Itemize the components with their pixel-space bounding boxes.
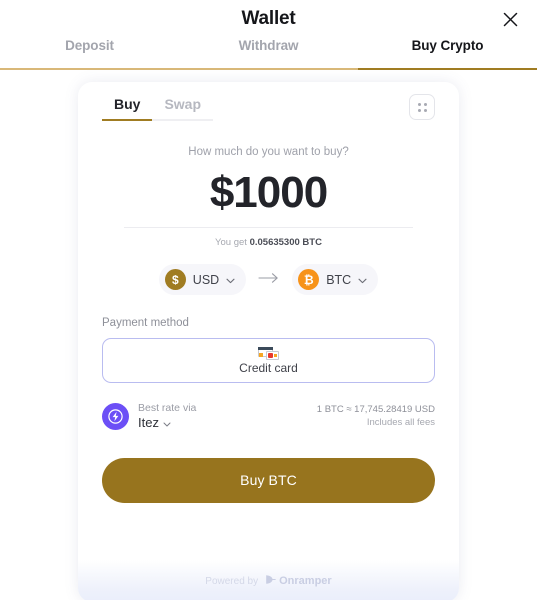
close-button[interactable] [497, 6, 523, 32]
amount-prompt: How much do you want to buy? [188, 146, 349, 158]
amount-divider [124, 227, 413, 229]
widget-container: Buy Swap How much do you want to buy? $1… [0, 70, 537, 600]
provider-row: Best rate via Itez 1 BTC ≈ 17,745.28419 … [102, 402, 435, 431]
payment-method-value: Credit card [239, 360, 298, 375]
tab-underline-deposit [0, 68, 179, 70]
you-get-label: You get [215, 237, 247, 249]
provider-info: Best rate via Itez [102, 402, 196, 431]
wallet-tabs: Deposit Withdraw Buy Crypto [0, 38, 537, 68]
grid-dots-icon [417, 102, 427, 112]
onramper-logo-icon [265, 574, 276, 588]
best-rate-label: Best rate via [138, 402, 197, 415]
mode-segments: Buy Swap [102, 96, 214, 121]
usd-coin-icon: $ [164, 269, 186, 291]
chevron-down-icon [226, 271, 235, 289]
you-get-value: 0.05635300 BTC [249, 237, 322, 249]
onramper-widget-card: Buy Swap How much do you want to buy? $1… [78, 82, 459, 600]
page-title: Wallet [241, 8, 296, 29]
tab-underline-rail [0, 68, 537, 70]
tab-withdraw[interactable]: Withdraw [179, 38, 358, 53]
chevron-down-icon [358, 271, 367, 289]
you-get-row: You get 0.05635300 BTC [102, 237, 435, 248]
fees-note: Includes all fees [366, 416, 435, 428]
tab-underline-withdraw [179, 68, 358, 70]
from-currency-code: USD [192, 272, 220, 287]
to-currency-selector[interactable]: ₿ BTC [292, 264, 379, 296]
provider-texts: Best rate via Itez [138, 402, 196, 431]
buy-btc-button[interactable]: Buy BTC [102, 457, 435, 503]
payment-method-label: Payment method [102, 317, 189, 330]
lightning-bolt-icon [102, 403, 129, 431]
currency-pair-row: $ USD ₿ BTC [102, 264, 435, 296]
rate-info: 1 BTC ≈ 17,745.28419 USD Includes all fe… [317, 404, 435, 430]
tab-buy-crypto[interactable]: Buy Crypto [358, 38, 537, 53]
widget-footer: Powered by Onramper [78, 560, 459, 600]
exchange-rate: 1 BTC ≈ 17,745.28419 USD [316, 404, 435, 416]
segment-row: Buy Swap [102, 94, 435, 130]
onramper-brand-label: Onramper [279, 575, 332, 587]
close-icon [503, 12, 518, 27]
btc-coin-icon: ₿ [298, 269, 320, 291]
powered-by-label: Powered by [205, 575, 259, 587]
provider-selector[interactable]: Itez [138, 415, 196, 431]
onramper-brand: Onramper [265, 574, 332, 588]
from-currency-selector[interactable]: $ USD [158, 264, 247, 296]
grid-menu-button[interactable] [409, 94, 435, 120]
amount-input[interactable]: $1000 [102, 169, 435, 216]
credit-card-icon [257, 346, 280, 360]
modal-header: Wallet [0, 0, 537, 38]
tab-underline-buy-crypto [358, 68, 537, 70]
widget-body: Buy Swap How much do you want to buy? $1… [78, 82, 459, 560]
segment-buy[interactable]: Buy [102, 96, 153, 121]
chevron-down-icon [163, 415, 171, 431]
segment-swap[interactable]: Swap [152, 96, 214, 121]
to-currency-code: BTC [326, 272, 352, 287]
provider-name: Itez [138, 415, 159, 431]
tab-deposit[interactable]: Deposit [0, 38, 179, 53]
arrow-right-icon [258, 271, 280, 289]
payment-method-selector[interactable]: Credit card [102, 338, 435, 384]
